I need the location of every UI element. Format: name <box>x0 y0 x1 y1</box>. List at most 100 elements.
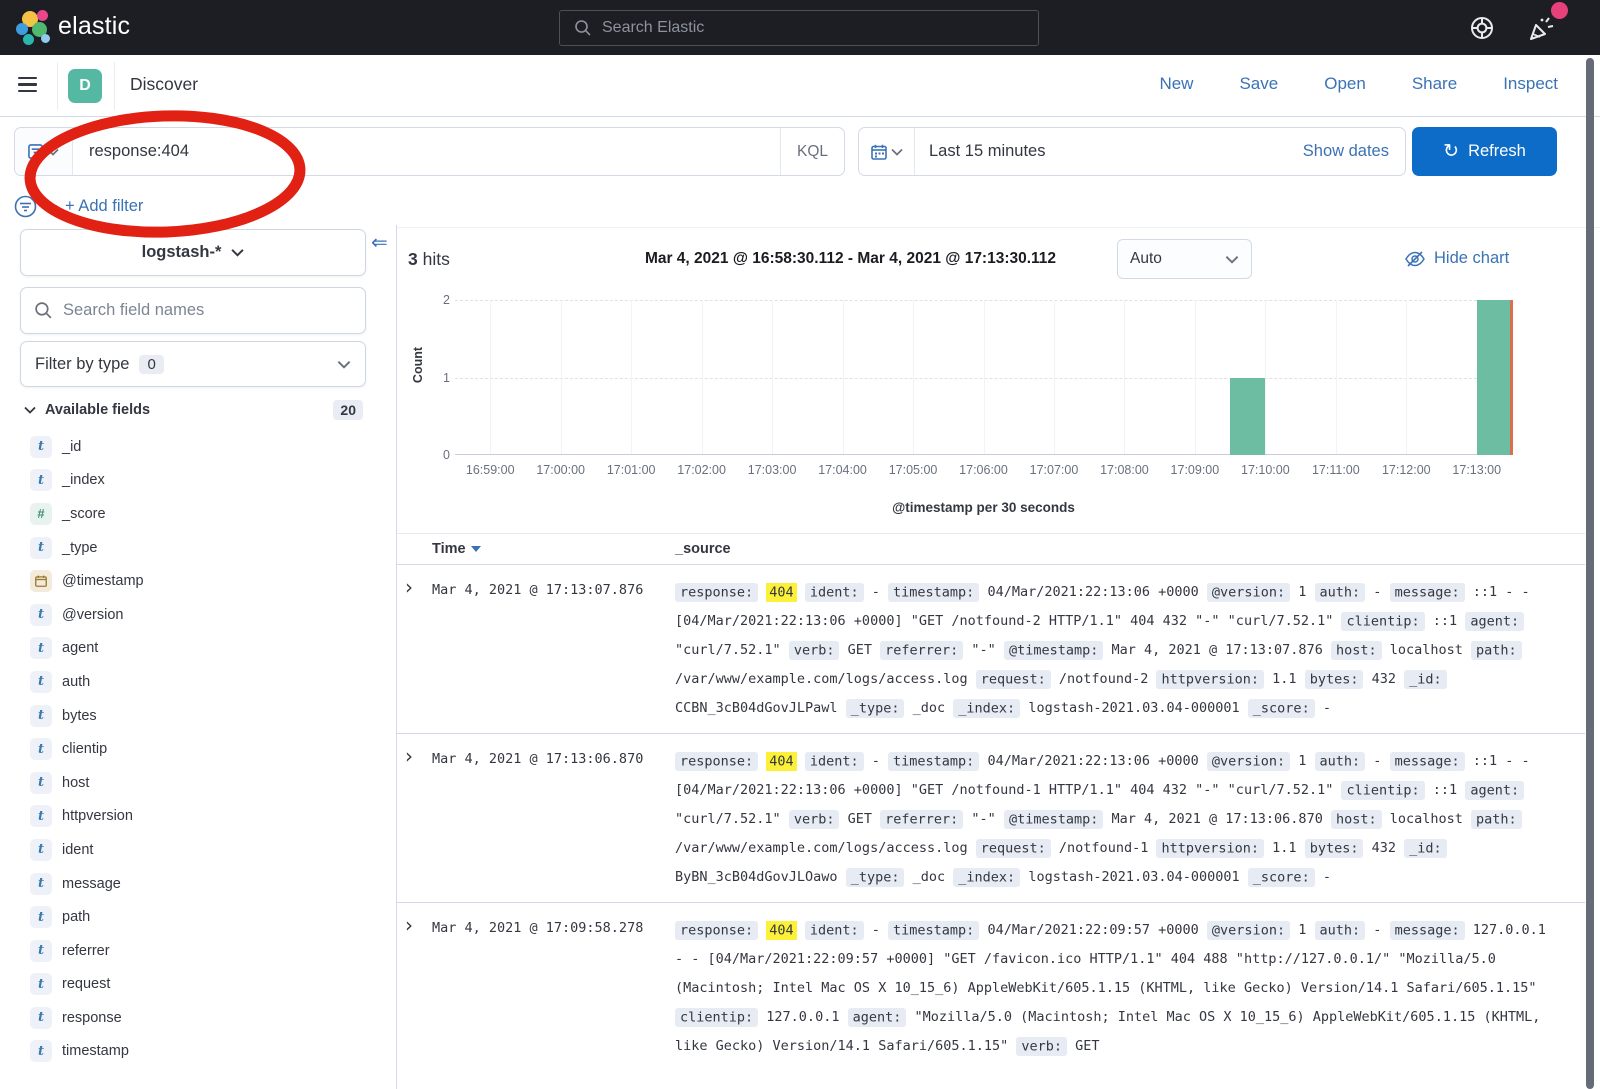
field-item-bytes[interactable]: tbytes <box>30 699 370 733</box>
source-value: 1 <box>1298 584 1306 600</box>
vertical-scrollbar[interactable] <box>1586 58 1594 1089</box>
gridline <box>1195 300 1196 455</box>
nav-action-new[interactable]: New <box>1159 74 1193 94</box>
field-name: @timestamp <box>62 573 144 589</box>
field-item-host[interactable]: thost <box>30 766 370 800</box>
source-field-name: @version: <box>1207 583 1290 602</box>
expand-row-icon[interactable]: › <box>405 744 413 768</box>
index-pattern-select[interactable]: logstash-* <box>20 229 366 276</box>
nav-action-share[interactable]: Share <box>1412 74 1457 94</box>
source-value: 04/Mar/2021:22:13:06 +0000 <box>987 584 1198 600</box>
gridline <box>1054 300 1055 455</box>
field-item-response[interactable]: tresponse <box>30 1001 370 1035</box>
global-search-input[interactable]: Search Elastic <box>559 10 1039 46</box>
date-field-icon <box>30 570 52 592</box>
source-field-name: timestamp: <box>888 752 979 771</box>
table-row: ›Mar 4, 2021 @ 17:09:58.278response: 404… <box>397 903 1585 1071</box>
whats-new-icon[interactable] <box>1526 14 1556 44</box>
y-axis-tick: 0 <box>420 448 450 462</box>
text-field-icon: t <box>30 1040 52 1062</box>
field-item-_score[interactable]: #_score <box>30 497 370 531</box>
app-navbar: D Discover NewSaveOpenShareInspect <box>0 55 1600 117</box>
row-time: Mar 4, 2021 @ 17:13:07.876 <box>432 582 643 598</box>
add-filter-button[interactable]: + Add filter <box>65 197 143 216</box>
x-axis-tick: 17:02:00 <box>677 463 726 477</box>
hide-chart-button[interactable]: Hide chart <box>1404 249 1509 268</box>
field-item-message[interactable]: tmessage <box>30 867 370 901</box>
expand-row-icon[interactable]: › <box>405 575 413 599</box>
column-time[interactable]: Time <box>432 541 481 557</box>
field-item-auth[interactable]: tauth <box>30 665 370 699</box>
field-name: _index <box>62 472 105 488</box>
field-name: @version <box>62 607 123 623</box>
field-item-@timestamp[interactable]: @timestamp <box>30 564 370 598</box>
source-field-name: ident: <box>805 921 864 940</box>
x-axis-tick: 17:13:00 <box>1452 463 1501 477</box>
x-axis-tick: 17:00:00 <box>536 463 585 477</box>
source-value: - <box>872 584 880 600</box>
nav-action-open[interactable]: Open <box>1324 74 1366 94</box>
filter-by-type-select[interactable]: Filter by type 0 <box>20 341 366 387</box>
field-item-timestamp[interactable]: ttimestamp <box>30 1035 370 1069</box>
field-item-agent[interactable]: tagent <box>30 632 370 666</box>
time-range-value[interactable]: Last 15 minutes <box>915 142 1303 161</box>
field-item-ident[interactable]: tident <box>30 833 370 867</box>
source-field-name: response: <box>675 583 758 602</box>
help-icon[interactable] <box>1468 14 1496 42</box>
available-fields-header[interactable]: Available fields 20 <box>24 397 366 423</box>
field-item-path[interactable]: tpath <box>30 900 370 934</box>
date-quick-menu-button[interactable] <box>859 128 915 175</box>
text-field-icon: t <box>30 705 52 727</box>
x-axis-tick: 16:59:00 <box>466 463 515 477</box>
source-field-name: @timestamp: <box>1004 810 1103 829</box>
nav-action-save[interactable]: Save <box>1239 74 1278 94</box>
discover-app-icon[interactable]: D <box>68 69 102 103</box>
field-item-referrer[interactable]: treferrer <box>30 934 370 968</box>
brand-name: elastic <box>58 12 130 41</box>
field-item-_index[interactable]: t_index <box>30 464 370 498</box>
field-item-request[interactable]: trequest <box>30 968 370 1002</box>
field-search-input[interactable]: Search field names <box>20 287 366 334</box>
field-item-_id[interactable]: t_id <box>30 430 370 464</box>
source-field-name: request: <box>976 839 1051 858</box>
saved-query-menu-button[interactable] <box>15 128 73 175</box>
filter-by-type-label: Filter by type <box>35 355 129 374</box>
interval-select[interactable]: Auto <box>1117 239 1252 279</box>
field-item-httpversion[interactable]: thttpversion <box>30 800 370 834</box>
kql-language-button[interactable]: KQL <box>780 128 844 175</box>
source-value: GET <box>1075 1038 1099 1054</box>
source-value: 04/Mar/2021:22:13:06 +0000 <box>987 753 1198 769</box>
query-input[interactable]: response:404 <box>73 128 780 175</box>
histogram-bar[interactable] <box>1230 378 1265 456</box>
field-item-@version[interactable]: t@version <box>30 598 370 632</box>
column-source: _source <box>675 541 731 557</box>
source-value: CCBN_3cB04dGovJLPawl <box>675 700 838 716</box>
source-value: /notfound-1 <box>1059 840 1148 856</box>
collapse-sidebar-icon[interactable]: ⇐ <box>371 230 388 255</box>
source-field-name: ident: <box>805 583 864 602</box>
histogram-chart[interactable]: 21016:59:0017:00:0017:01:0017:02:0017:03… <box>455 300 1512 455</box>
expand-row-icon[interactable]: › <box>405 913 413 937</box>
source-field-name: verb: <box>789 641 840 660</box>
chart-x-axis-label: @timestamp per 30 seconds <box>455 500 1512 515</box>
histogram-bar[interactable] <box>1477 300 1512 455</box>
field-name: clientip <box>62 741 107 757</box>
available-fields-label: Available fields <box>45 402 150 418</box>
table-row: ›Mar 4, 2021 @ 17:13:06.870response: 404… <box>397 734 1585 903</box>
row-time: Mar 4, 2021 @ 17:13:06.870 <box>432 751 643 767</box>
field-name: agent <box>62 640 98 656</box>
menu-icon[interactable] <box>18 73 37 96</box>
source-field-name: auth: <box>1315 583 1366 602</box>
field-item-clientip[interactable]: tclientip <box>30 732 370 766</box>
calendar-icon <box>871 144 887 160</box>
nav-action-inspect[interactable]: Inspect <box>1503 74 1558 94</box>
x-axis-tick: 17:05:00 <box>889 463 938 477</box>
text-field-icon: t <box>30 1007 52 1029</box>
x-axis-tick: 17:03:00 <box>748 463 797 477</box>
refresh-button[interactable]: ↻ Refresh <box>1412 127 1557 176</box>
filter-icon[interactable] <box>14 195 37 218</box>
chevron-down-icon <box>337 360 351 369</box>
source-value: - <box>872 922 880 938</box>
field-item-_type[interactable]: t_type <box>30 531 370 565</box>
show-dates-button[interactable]: Show dates <box>1303 142 1405 161</box>
